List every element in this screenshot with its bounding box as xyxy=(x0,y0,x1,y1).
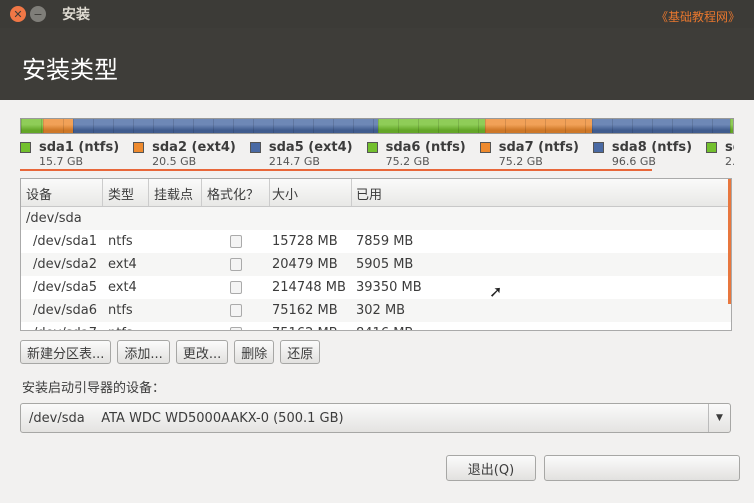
col-mount[interactable]: 挂载点 xyxy=(149,179,202,206)
used: 5905 MB xyxy=(356,257,414,272)
table-row[interactable]: /dev/sda5 ext4 214748 MB 39350 MB xyxy=(21,276,731,299)
scrollbar[interactable] xyxy=(728,179,731,304)
legend-item: sda2 (ext4) 20.5 GB xyxy=(133,140,236,168)
device: /dev/sda5 xyxy=(33,280,97,295)
col-format[interactable]: 格式化？ xyxy=(202,179,270,206)
bootloader-device-select[interactable]: /dev/sda ATA WDC WD5000AAKX-0 (500.1 GB)… xyxy=(20,403,731,433)
disk-name: /dev/sda xyxy=(26,211,82,226)
quit-button[interactable]: 退出(Q) xyxy=(446,455,536,481)
device: /dev/sda6 xyxy=(33,303,97,318)
device: /dev/sda2 xyxy=(33,257,97,272)
partition-name: sda1 (ntfs) xyxy=(39,140,120,155)
mouse-cursor-icon: ➚ xyxy=(489,282,503,301)
table-row[interactable]: /dev/sda2 ext4 20479 MB 5905 MB xyxy=(21,253,731,276)
partition-segment xyxy=(72,119,379,133)
partition-size: 96.6 GB xyxy=(611,155,656,168)
format-checkbox[interactable] xyxy=(230,327,242,330)
bootloader-device-value: /dev/sda ATA WDC WD5000AAKX-0 (500.1 GB) xyxy=(29,410,344,426)
type: ntfs xyxy=(108,303,133,318)
color-swatch xyxy=(366,142,378,153)
close-icon[interactable]: ✕ xyxy=(10,6,26,22)
new-partition-table-button[interactable]: 新建分区表... xyxy=(20,340,112,364)
partition-name: sda6 (ntfs) xyxy=(385,140,466,155)
partition-segment xyxy=(592,119,730,133)
partition-segment xyxy=(729,119,733,133)
col-device[interactable]: 设备 xyxy=(21,179,103,206)
format-checkbox[interactable] xyxy=(230,258,242,271)
partition-segment xyxy=(21,119,44,133)
type: ext4 xyxy=(108,280,137,295)
type: ext4 xyxy=(108,257,137,272)
format-checkbox[interactable] xyxy=(230,235,242,248)
color-swatch xyxy=(133,142,145,153)
revert-button[interactable]: 还原 xyxy=(280,340,321,364)
color-swatch xyxy=(706,142,718,153)
add-button[interactable]: 添加... xyxy=(117,340,170,364)
chevron-down-icon[interactable]: ▼ xyxy=(708,404,730,432)
partition-segment xyxy=(43,119,73,133)
legend-item: sda1 (ntfs) 15.7 GB xyxy=(20,140,119,168)
partition-name: sda9 xyxy=(725,140,734,155)
table-row[interactable]: /dev/sda7ntfs 75162 MB8416 MB xyxy=(21,322,731,330)
partition-name: sda8 (ntfs) xyxy=(611,140,693,155)
table-row[interactable]: /dev/sda1 ntfs 15728 MB 7859 MB xyxy=(21,230,731,253)
partition-size: 15.7 GB xyxy=(39,155,84,168)
partition-size: 2.2 GB xyxy=(725,155,734,168)
partition-legend: sda1 (ntfs) 15.7 GB sda2 (ext4) 20.5 GB sda5… xyxy=(20,140,734,168)
size: 75162 MB xyxy=(272,303,338,318)
used: 7859 MB xyxy=(356,234,414,249)
legend-item: sda6 (ntfs) 75.2 GB xyxy=(366,140,466,168)
install-now-button[interactable] xyxy=(544,455,740,481)
type: ntfs xyxy=(103,326,149,330)
size: 15728 MB xyxy=(272,234,338,249)
partition-name: sda5 (ext4) xyxy=(268,140,353,155)
partition-bar xyxy=(20,118,734,134)
color-swatch xyxy=(20,142,31,153)
partition-size: 75.2 GB xyxy=(385,155,430,168)
highlight-underline xyxy=(20,169,652,171)
partition-table[interactable]: 设备 类型 挂载点 格式化？ 大小 已用 /dev/sda /dev/sda1 n… xyxy=(20,178,732,331)
table-header: 设备 类型 挂载点 格式化？ 大小 已用 xyxy=(21,179,731,207)
partition-segment xyxy=(378,119,486,133)
legend-item: sda92.2 GB xyxy=(706,140,734,168)
partition-size: 75.2 GB xyxy=(498,155,543,168)
device: /dev/sda1 xyxy=(33,234,97,249)
watermark: 《基础教程网》 xyxy=(655,10,740,24)
window-title: 安装 xyxy=(62,7,90,23)
device: /dev/sda7 xyxy=(21,326,103,330)
used: 8416 MB xyxy=(352,326,731,330)
bootloader-label: 安装启动引导器的设备： xyxy=(22,381,166,396)
minimize-icon[interactable]: − xyxy=(30,6,46,22)
color-swatch xyxy=(479,142,491,153)
size: 75162 MB xyxy=(270,326,352,330)
color-swatch xyxy=(592,142,604,153)
col-size[interactable]: 大小 xyxy=(270,179,352,206)
col-used[interactable]: 已用 xyxy=(352,179,731,206)
partition-size: 20.5 GB xyxy=(152,155,197,168)
delete-button[interactable]: 删除 xyxy=(234,340,275,364)
legend-item: sda5 (ext4) 214.7 GB xyxy=(249,140,353,168)
partition-segment xyxy=(485,119,593,133)
title-bar: ✕ − 安装 《基础教程网》 xyxy=(0,0,754,28)
table-row[interactable]: /dev/sda6 ntfs 75162 MB 302 MB xyxy=(21,299,731,322)
size: 20479 MB xyxy=(272,257,338,272)
used: 302 MB xyxy=(356,303,406,318)
format-checkbox[interactable] xyxy=(230,304,242,317)
used: 39350 MB xyxy=(356,280,422,295)
color-swatch xyxy=(249,142,261,153)
col-type[interactable]: 类型 xyxy=(103,179,149,206)
table-row-disk[interactable]: /dev/sda xyxy=(21,207,731,230)
size: 214748 MB xyxy=(272,280,346,295)
partition-name: sda7 (ntfs) xyxy=(498,140,579,155)
legend-item: sda8 (ntfs) 96.6 GB xyxy=(592,140,693,168)
page-title: 安装类型 xyxy=(0,28,754,100)
legend-item: sda7 (ntfs) 75.2 GB xyxy=(479,140,579,168)
format-checkbox[interactable] xyxy=(230,281,242,294)
partition-name: sda2 (ext4) xyxy=(152,140,236,155)
type: ntfs xyxy=(108,234,133,249)
change-button[interactable]: 更改... xyxy=(175,340,229,364)
partition-size: 214.7 GB xyxy=(268,155,320,168)
